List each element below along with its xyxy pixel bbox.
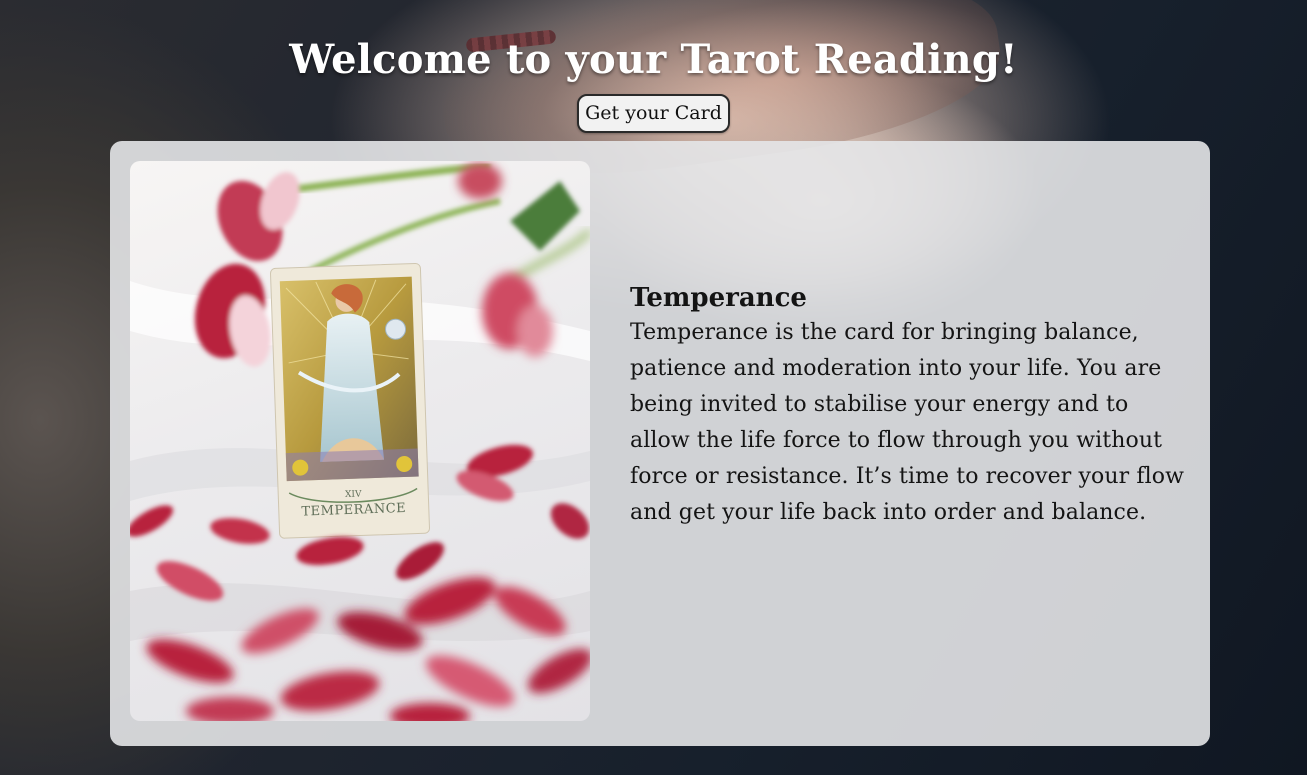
card-photo-illustration: XIV TEMPERANCE	[130, 162, 590, 721]
card-description: Temperance is the card for bringing bala…	[630, 320, 1185, 525]
page-header: Welcome to your Tarot Reading! Get your …	[0, 32, 1307, 133]
card-image: XIV TEMPERANCE	[130, 161, 590, 721]
card-title: Temperance	[630, 283, 807, 313]
card-panel: XIV TEMPERANCE Temperance Temperance is …	[110, 141, 1210, 746]
get-card-button[interactable]: Get your Card	[577, 94, 730, 133]
card-reading: Temperance Temperance is the card for br…	[630, 281, 1190, 531]
card-numeral: XIV	[345, 489, 362, 500]
page-title: Welcome to your Tarot Reading!	[289, 36, 1018, 83]
